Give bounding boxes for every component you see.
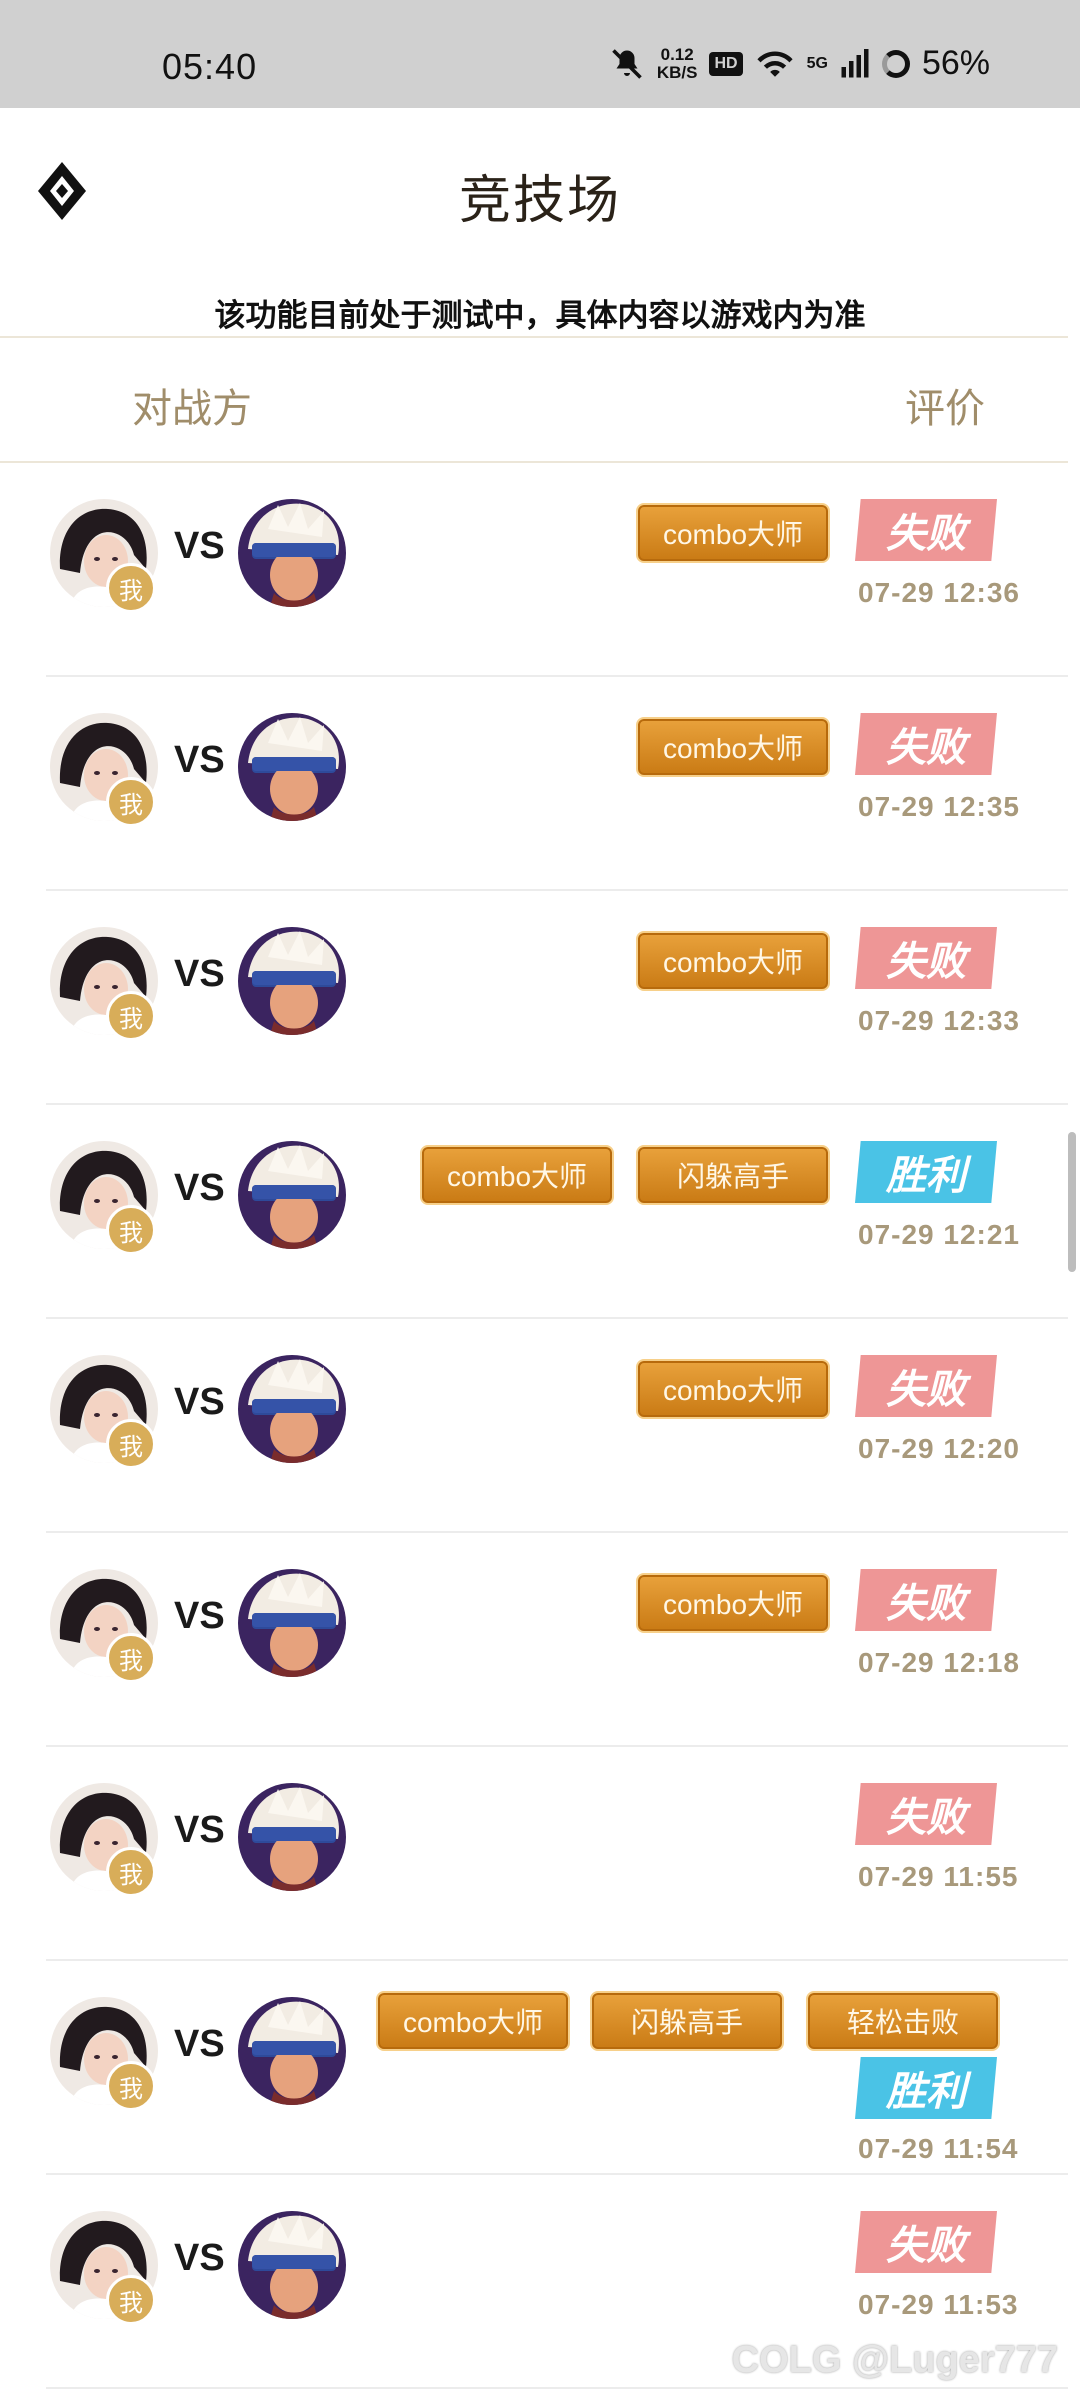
match-time: 07-29 12:21 [858, 1219, 1021, 1250]
me-badge: 我 [106, 1847, 156, 1897]
match-row[interactable]: 我 VS combo大师 闪躲高手 轻松击败 胜利 07-29 11:54 [0, 1961, 1080, 2175]
network-type: 5G [806, 54, 828, 72]
me-badge: 我 [106, 1633, 156, 1683]
column-header-opponent: 对战方 [132, 387, 252, 431]
result-lose-badge: 失败 [855, 1355, 997, 1417]
badge-tag: 闪躲高手 [590, 1991, 784, 2051]
badge-tag: 轻松击败 [806, 1991, 1000, 2051]
vs-label: VS [174, 739, 225, 781]
match-row[interactable]: 我 VS combo大师 失败 07-29 12:33 [0, 891, 1080, 1105]
badge-tag: combo大师 [636, 931, 830, 991]
hd-icon: HD [709, 51, 743, 76]
status-time: 05:40 [162, 46, 258, 87]
page-title: 竞技场 [458, 172, 621, 230]
scrollbar[interactable] [1068, 1132, 1076, 1272]
opponent-avatar [238, 1141, 346, 1249]
me-badge: 我 [106, 2061, 156, 2111]
column-header-rating: 评价 [905, 387, 985, 431]
badge-tag: combo大师 [420, 1145, 614, 1205]
me-badge: 我 [106, 777, 156, 827]
opponent-avatar [238, 2211, 346, 2319]
opponent-avatar [238, 927, 346, 1035]
status-icons: 0.12 KB/S HD 5G 56% [609, 44, 990, 83]
vs-label: VS [174, 525, 225, 567]
vs-label: VS [174, 1595, 225, 1637]
result-lose-badge: 失败 [855, 1569, 997, 1631]
match-time: 07-29 12:35 [858, 791, 1021, 822]
network-speed: 0.12 KB/S [656, 44, 698, 82]
result-lose-badge: 失败 [855, 927, 997, 989]
me-badge: 我 [106, 1205, 156, 1255]
wifi-icon [756, 51, 793, 77]
test-notice: 该功能目前处于测试中，具体内容以游戏内为准 [214, 298, 866, 333]
me-badge: 我 [106, 563, 156, 613]
match-time: 07-29 11:53 [858, 2289, 1019, 2320]
opponent-avatar [238, 1783, 346, 1891]
result-lose-badge: 失败 [855, 1783, 997, 1845]
vs-label: VS [174, 953, 225, 995]
opponent-avatar [238, 713, 346, 821]
vs-label: VS [174, 1381, 225, 1423]
mute-bell-icon [612, 48, 642, 79]
signal-icon [841, 48, 869, 77]
badge-tag: combo大师 [376, 1991, 570, 2051]
match-row[interactable]: 我 VS combo大师 失败 07-29 12:36 [0, 463, 1080, 677]
vs-label: VS [174, 2237, 225, 2279]
battery-icon [881, 49, 910, 78]
opponent-avatar [238, 499, 346, 607]
result-lose-badge: 失败 [855, 2211, 997, 2273]
match-row[interactable]: 我 VS combo大师 失败 07-29 12:18 [0, 1533, 1080, 1747]
badge-tag: combo大师 [636, 503, 830, 563]
result-win-badge: 胜利 [855, 1141, 997, 1203]
opponent-avatar [238, 1569, 346, 1677]
match-row[interactable]: 我 VS 失败 07-29 11:55 [0, 1747, 1080, 1961]
badge-tag: combo大师 [636, 717, 830, 777]
badge-tag: combo大师 [636, 1359, 830, 1419]
result-lose-badge: 失败 [855, 499, 997, 561]
match-row[interactable]: 我 VS combo大师 闪躲高手 胜利 07-29 12:21 [0, 1105, 1080, 1319]
opponent-avatar [238, 1997, 346, 2105]
vs-label: VS [174, 1167, 225, 1209]
status-bar: 05:40 0.12 KB/S HD 5G 56% [0, 0, 1080, 108]
result-lose-badge: 失败 [855, 713, 997, 775]
badge-tag: combo大师 [636, 1573, 830, 1633]
match-row[interactable]: 我 VS combo大师 失败 07-29 12:20 [0, 1319, 1080, 1533]
me-badge: 我 [106, 991, 156, 1041]
divider [0, 336, 1068, 338]
result-win-badge: 胜利 [855, 2057, 997, 2119]
me-badge: 我 [106, 1419, 156, 1469]
watermark: COLG @Luger777 [731, 2339, 1058, 2381]
match-row[interactable]: 我 VS combo大师 失败 07-29 12:35 [0, 677, 1080, 891]
match-time: 07-29 12:33 [858, 1005, 1021, 1036]
vs-label: VS [174, 1809, 225, 1851]
match-time: 07-29 12:20 [858, 1433, 1021, 1464]
match-time: 07-29 12:18 [858, 1647, 1021, 1678]
me-badge: 我 [106, 2275, 156, 2325]
match-time: 07-29 12:36 [858, 577, 1021, 608]
opponent-avatar [238, 1355, 346, 1463]
vs-label: VS [174, 2023, 225, 2065]
match-time: 07-29 11:54 [858, 2133, 1019, 2164]
row-divider [46, 2387, 1068, 2389]
battery-percent: 56% [921, 44, 990, 82]
match-time: 07-29 11:55 [858, 1861, 1019, 1892]
app-header: 竞技场 [0, 108, 1080, 278]
badge-tag: 闪躲高手 [636, 1145, 830, 1205]
